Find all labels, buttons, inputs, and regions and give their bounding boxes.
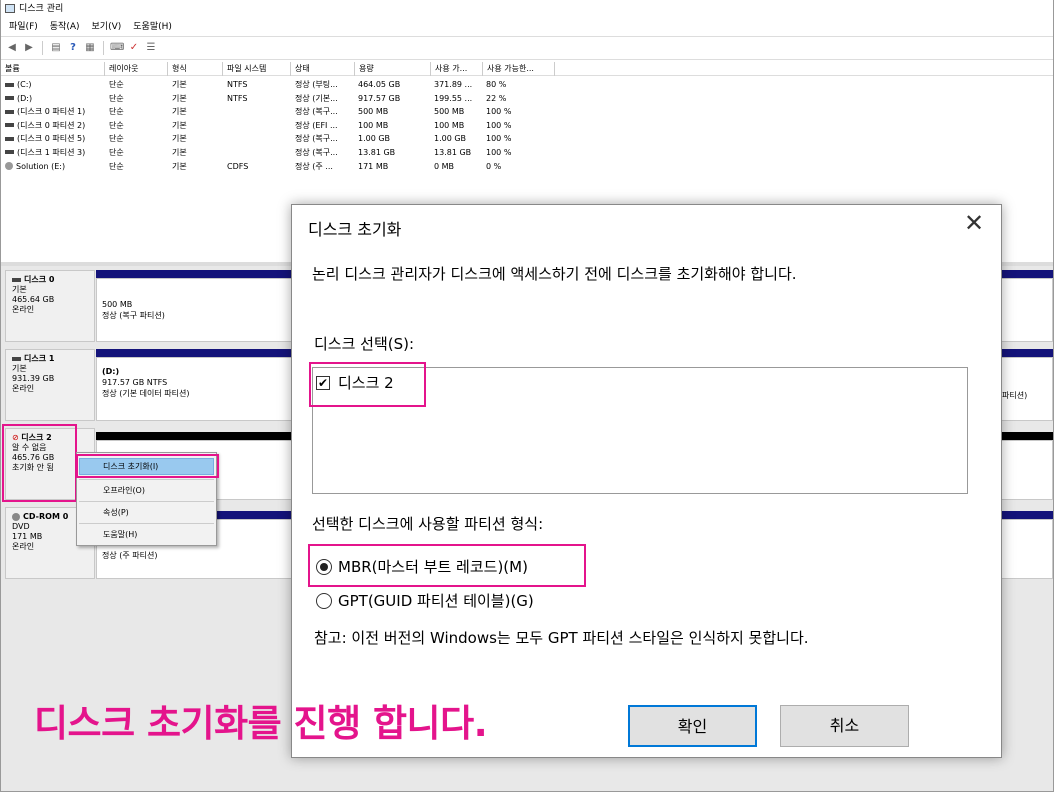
connect-icon[interactable]: ⌨ <box>110 41 124 55</box>
disk-select-label: 디스크 선택(S): <box>314 335 415 353</box>
gpt-option-label: GPT(GUID 파티션 테이블)(G) <box>338 592 534 610</box>
properties-icon[interactable]: ▦ <box>83 41 97 55</box>
menu-item-properties[interactable]: 속성(P) <box>103 507 129 518</box>
menu-item-help[interactable]: 도움말(H) <box>103 529 137 540</box>
table-row[interactable]: (디스크 0 파티션 5) 단순 기본 정상 (복구... 1.00 GB 1.… <box>5 132 565 146</box>
menu-bar: 파일(F) 동작(A) 보기(V) 도움말(H) <box>1 18 1053 36</box>
disk-2-highlight-box <box>2 424 77 502</box>
volume-icon <box>5 82 14 87</box>
volume-icon <box>5 136 14 141</box>
table-row[interactable]: (디스크 0 파티션 1) 단순 기본 정상 (복구... 500 MB 500… <box>5 105 565 119</box>
window-title: 디스크 관리 <box>19 4 64 14</box>
menu-help[interactable]: 도움말(H) <box>133 18 172 36</box>
volume-icon <box>5 109 14 114</box>
check-icon[interactable]: ✓ <box>127 41 141 55</box>
disk-management-icon <box>5 4 15 13</box>
gpt-option[interactable]: GPT(GUID 파티션 테이블)(G) <box>316 590 534 611</box>
dialog-title: 디스크 초기화 <box>308 220 402 239</box>
toolbar-separator <box>103 41 104 55</box>
table-row[interactable]: Solution (E:) 단순 기본 CDFS 정상 (주 ... 171 M… <box>5 160 565 174</box>
disk-select-highlight-box <box>309 362 426 407</box>
close-icon[interactable]: ✕ <box>964 209 984 237</box>
table-row[interactable]: (디스크 1 파티션 3) 단순 기본 정상 (복구... 13.81 GB 1… <box>5 146 565 160</box>
instruction-caption: 디스크 초기화를 진행 합니다. <box>34 702 488 745</box>
forward-icon[interactable]: ▶ <box>22 41 36 55</box>
disk-1-label[interactable]: 디스크 1 기본 931.39 GB 온라인 <box>5 349 95 421</box>
mbr-highlight-box <box>308 544 586 587</box>
col-free-percent[interactable]: 사용 가능한... <box>483 62 555 76</box>
menu-separator <box>79 479 214 480</box>
disk-1-type: 기본 <box>12 364 27 373</box>
col-volume[interactable]: 볼륨 <box>1 62 105 76</box>
col-status[interactable]: 상태 <box>291 62 355 76</box>
disk-1-status: 온라인 <box>12 384 35 393</box>
ok-button[interactable]: 확인 <box>628 705 757 747</box>
list-icon[interactable]: ☰ <box>144 41 158 55</box>
window-titlebar: 디스크 관리 <box>1 0 1053 18</box>
disk-icon <box>12 356 21 361</box>
back-icon[interactable]: ◀ <box>5 41 19 55</box>
disk-0-status: 온라인 <box>12 305 35 314</box>
toolbar: ◀ ▶ ▤ ? ▦ ⌨ ✓ ☰ <box>1 36 1053 60</box>
disk-0-name-row: 디스크 0 <box>12 275 88 285</box>
col-capacity[interactable]: 용량 <box>355 62 431 76</box>
disk-1-size: 931.39 GB <box>12 374 55 383</box>
menu-view[interactable]: 보기(V) <box>92 18 122 36</box>
disk-0-label[interactable]: 디스크 0 기본 465.64 GB 온라인 <box>5 270 95 342</box>
col-filesystem[interactable]: 파일 시스템 <box>223 62 291 76</box>
col-type[interactable]: 형식 <box>168 62 223 76</box>
cancel-button[interactable]: 취소 <box>780 705 909 747</box>
initialize-menu-highlight-box <box>76 454 219 478</box>
col-layout[interactable]: 레이아웃 <box>105 62 168 76</box>
disk-1-name-row: 디스크 1 <box>12 354 88 364</box>
volume-table-header: 볼륨 레이아웃 형식 파일 시스템 상태 용량 사용 가... 사용 가능한..… <box>1 62 1053 76</box>
cd-volume-icon <box>5 162 13 171</box>
disk-1-partition-fragment: 파티션) <box>1002 391 1028 400</box>
volume-icon <box>5 150 14 155</box>
gpt-radio[interactable] <box>316 592 332 609</box>
toolbar-separator <box>42 41 43 55</box>
table-row[interactable]: (디스크 0 파티션 2) 단순 기본 정상 (EFI ... 100 MB 1… <box>5 119 565 133</box>
dialog-description: 논리 디스크 관리자가 디스크에 액세스하기 전에 디스크를 초기화해야 합니다… <box>312 265 797 283</box>
initialize-disk-dialog: 디스크 초기화 ✕ 논리 디스크 관리자가 디스크에 액세스하기 전에 디스크를… <box>291 204 1002 758</box>
volume-icon <box>5 96 14 101</box>
menu-separator <box>79 501 214 502</box>
table-row[interactable]: (C:) 단순 기본 NTFS 정상 (부팅... 464.05 GB 371.… <box>5 78 565 92</box>
partition-style-label: 선택한 디스크에 사용할 파티션 형식: <box>312 515 544 533</box>
help-icon[interactable]: ? <box>66 41 80 55</box>
disk-0-size: 465.64 GB <box>12 295 55 304</box>
menu-separator <box>79 523 214 524</box>
volume-list: (C:) 단순 기본 NTFS 정상 (부팅... 464.05 GB 371.… <box>5 78 565 173</box>
disk-view-icon[interactable]: ▤ <box>49 41 63 55</box>
volume-icon <box>5 123 14 128</box>
menu-action[interactable]: 동작(A) <box>50 18 80 36</box>
table-row[interactable]: (D:) 단순 기본 NTFS 정상 (기본... 917.57 GB 199.… <box>5 92 565 106</box>
cd-drive-icon <box>12 512 20 521</box>
col-free[interactable]: 사용 가... <box>431 62 483 76</box>
disk-icon <box>12 277 21 282</box>
disk-0-type: 기본 <box>12 285 27 294</box>
menu-file[interactable]: 파일(F) <box>9 18 38 36</box>
gpt-compat-note: 참고: 이전 버전의 Windows는 모두 GPT 파티션 스타일은 인식하지… <box>314 629 809 647</box>
menu-item-offline[interactable]: 오프라인(O) <box>103 485 145 496</box>
